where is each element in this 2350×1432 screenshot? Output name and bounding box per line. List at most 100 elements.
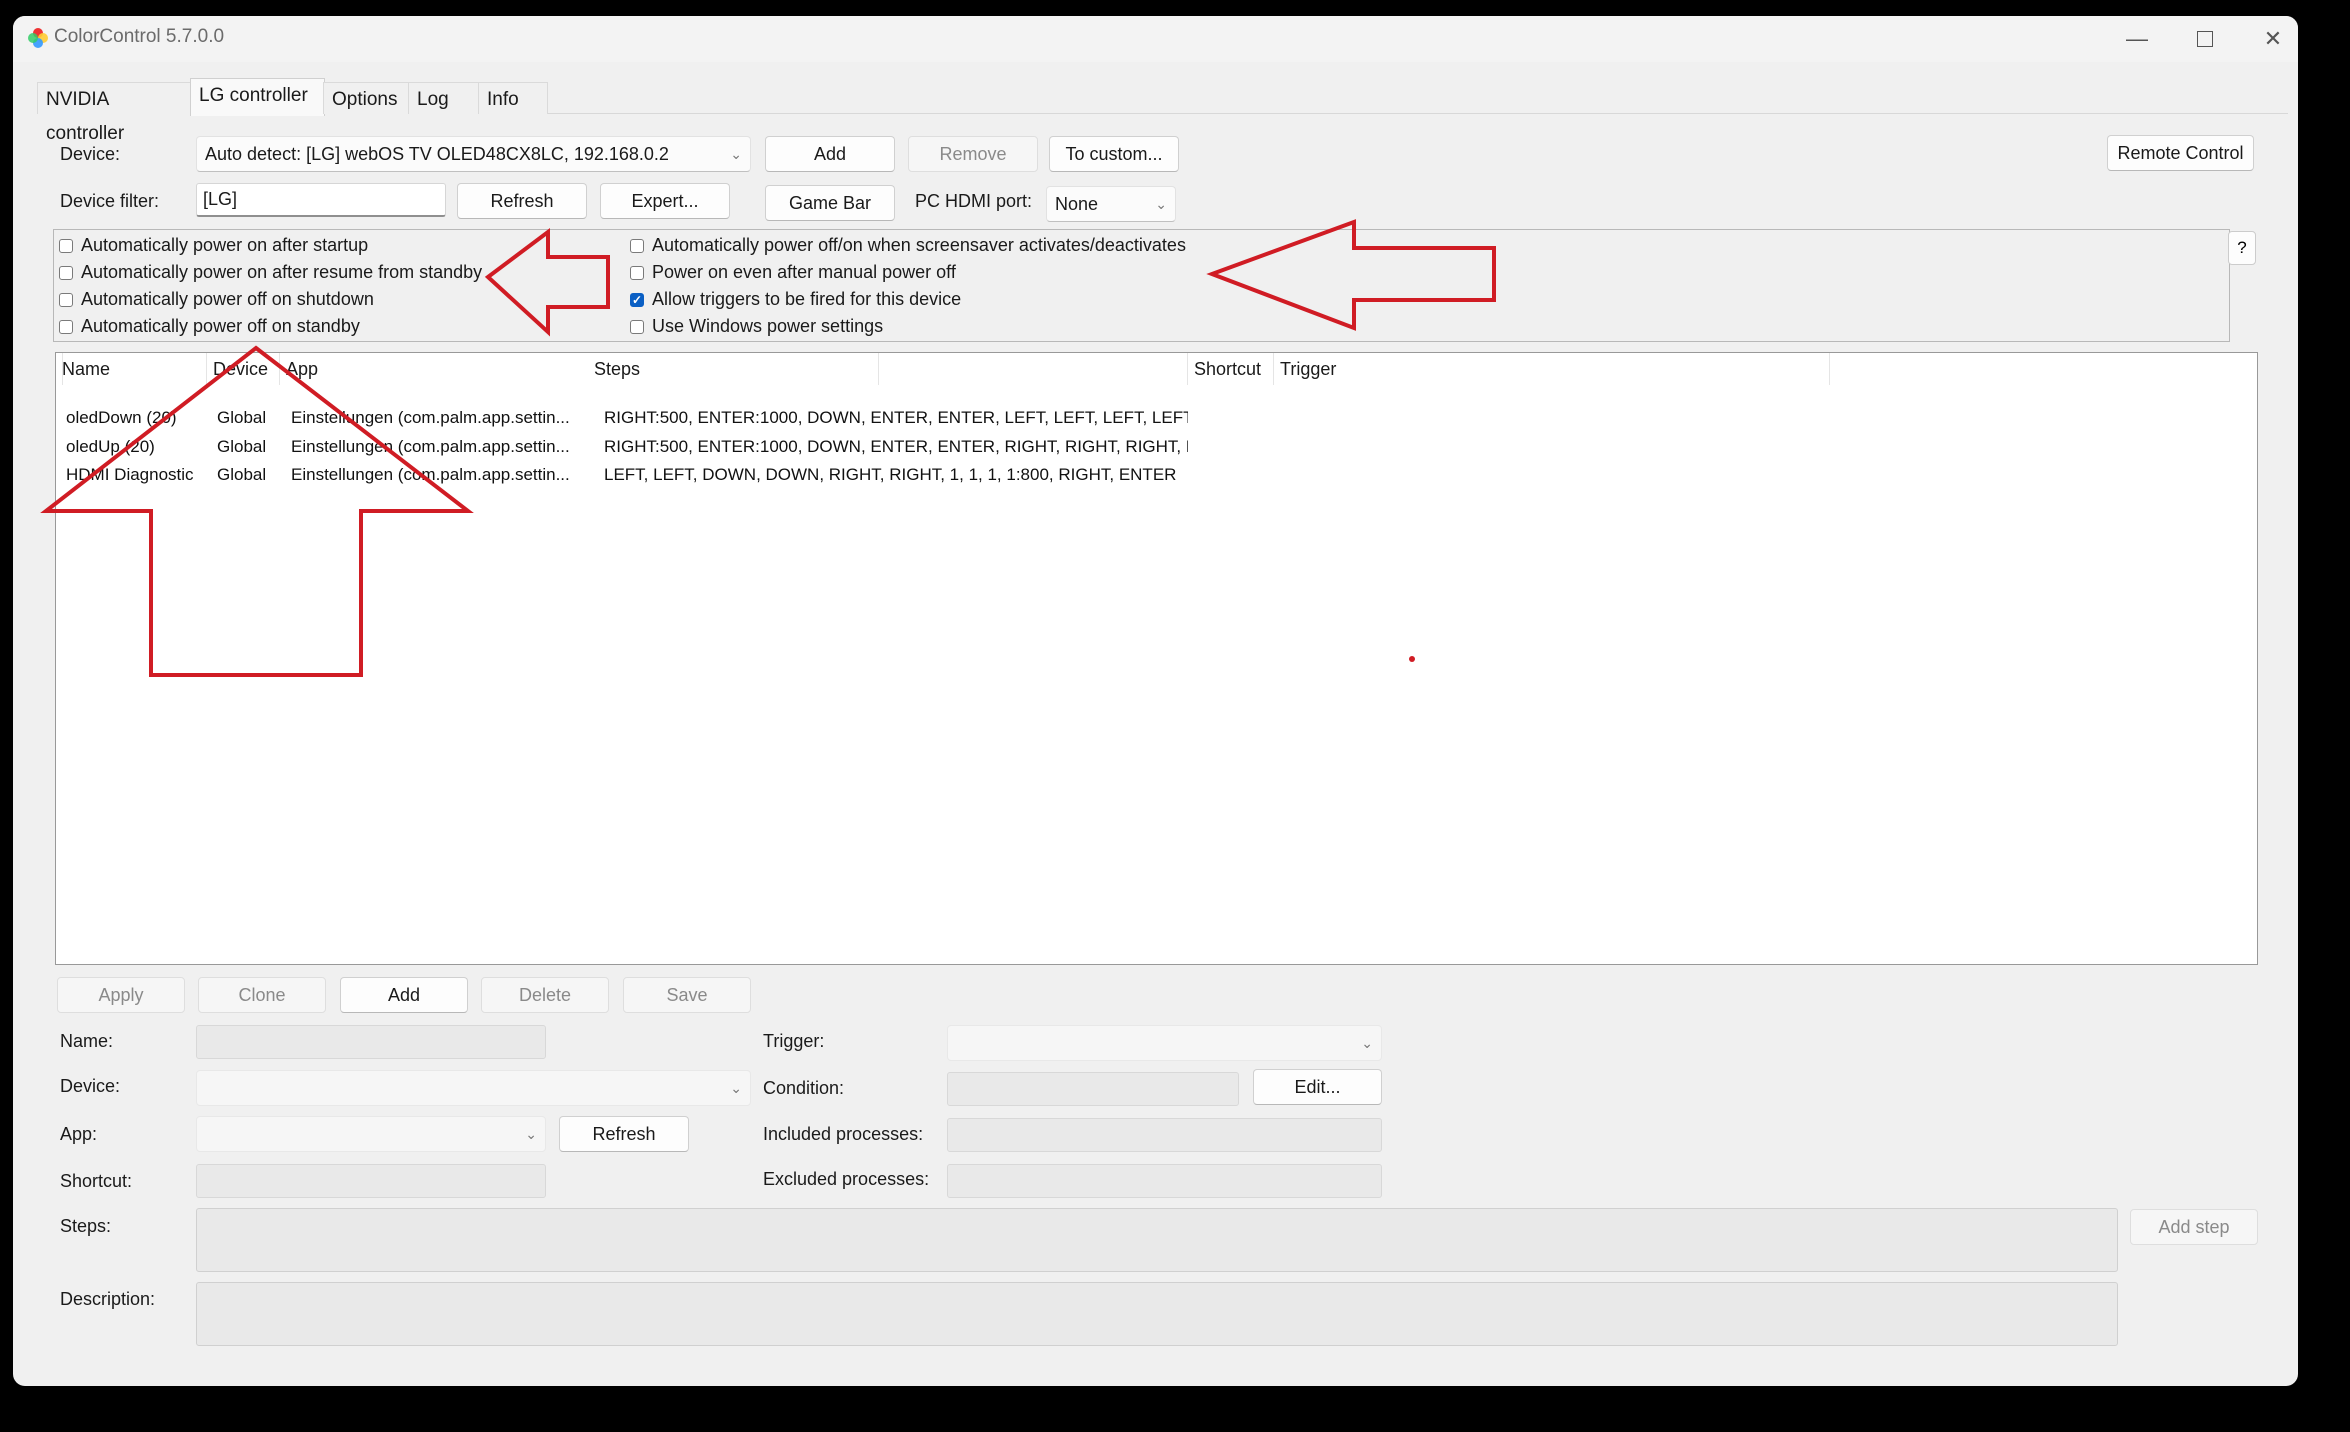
option-screensaver-power[interactable]: Automatically power off/on when screensa… (630, 235, 1186, 256)
option-use-windows-power[interactable]: Use Windows power settings (630, 316, 883, 337)
checkbox[interactable] (59, 292, 73, 307)
checkbox[interactable] (630, 319, 644, 334)
device-filter-input[interactable]: [LG] (196, 183, 446, 217)
maximize-button[interactable] (2171, 16, 2239, 62)
included-processes-label: Included processes: (763, 1124, 924, 1144)
tab-nvidia-controller[interactable]: NVIDIA controller (37, 82, 192, 144)
option-power-on-after-manual-off[interactable]: Power on even after manual power off (630, 262, 956, 283)
clone-button[interactable]: Clone (198, 977, 326, 1013)
cell-name: oledUp (20) (66, 437, 155, 456)
option-label: Automatically power off/on when screensa… (652, 235, 1186, 255)
option-label: Automatically power on after resume from… (81, 262, 483, 282)
to-custom-button[interactable]: To custom... (1049, 136, 1179, 172)
tab-label: NVIDIA controller (46, 89, 125, 144)
option-power-off-standby[interactable]: Automatically power off on standby (59, 316, 360, 337)
delete-button[interactable]: Delete (481, 977, 609, 1013)
checkbox[interactable] (59, 238, 73, 253)
chevron-down-icon: ⌄ (1155, 196, 1167, 212)
cell-name: HDMI Diagnostic (66, 465, 194, 484)
cell-name: oledDown (20) (66, 408, 177, 427)
steps-input[interactable] (196, 1208, 2118, 1272)
refresh-apps-button[interactable]: Refresh (559, 1116, 689, 1152)
spacer (56, 353, 63, 385)
column-header-steps[interactable]: Steps (588, 353, 1188, 385)
column-header-device[interactable]: Device (207, 353, 280, 385)
device-field-select[interactable]: ⌄ (196, 1070, 751, 1106)
checkbox[interactable] (59, 319, 73, 334)
shortcut-input[interactable] (196, 1164, 546, 1198)
tab-info[interactable]: Info (478, 82, 548, 114)
save-button[interactable]: Save (623, 977, 751, 1013)
chevron-down-icon: ⌄ (525, 1126, 537, 1142)
column-header-name[interactable]: Name (56, 353, 207, 385)
shortcut-label: Shortcut: (60, 1171, 133, 1191)
chevron-down-icon: ⌄ (730, 1080, 742, 1096)
app-select[interactable]: ⌄ (196, 1116, 546, 1152)
chevron-down-icon: ⌄ (730, 146, 742, 162)
included-processes-input[interactable] (947, 1118, 1382, 1152)
tab-options[interactable]: Options (323, 82, 410, 114)
title-bar[interactable]: ColorControl 5.7.0.0 — ✕ (13, 16, 2298, 62)
add-device-button[interactable]: Add (765, 136, 895, 172)
colorcontrol-app-icon (28, 28, 48, 48)
description-input[interactable] (196, 1282, 2118, 1346)
name-input[interactable] (196, 1025, 546, 1059)
device-select-value: Auto detect: [LG] webOS TV OLED48CX8LC, … (205, 144, 669, 164)
refresh-devices-button[interactable]: Refresh (457, 183, 587, 219)
remove-device-button[interactable]: Remove (908, 136, 1038, 172)
app-window: ColorControl 5.7.0.0 — ✕ NVIDIA controll… (13, 16, 2298, 1386)
option-power-on-resume[interactable]: Automatically power on after resume from… (59, 262, 482, 283)
add-preset-button[interactable]: Add (340, 977, 468, 1013)
option-label: Use Windows power settings (652, 316, 884, 336)
pc-hdmi-port-select[interactable]: None ⌄ (1046, 186, 1176, 222)
cell-device: Global (217, 408, 267, 427)
steps-label: Steps: (60, 1216, 112, 1236)
cell-steps: RIGHT:500, ENTER:1000, DOWN, ENTER, ENTE… (604, 408, 1188, 427)
minimize-icon: — (2126, 26, 2148, 51)
cell-app: Einstellungen (com.palm.app.settin... (291, 465, 570, 484)
tab-label: Info (487, 89, 519, 110)
tab-log[interactable]: Log (408, 82, 480, 114)
cell-app: Einstellungen (com.palm.app.settin... (291, 408, 570, 427)
checkbox[interactable] (630, 265, 644, 280)
game-bar-button[interactable]: Game Bar (765, 185, 895, 221)
condition-label: Condition: (763, 1078, 845, 1098)
option-power-on-startup[interactable]: Automatically power on after startup (59, 235, 368, 256)
column-header-trigger[interactable]: Trigger (1274, 353, 1830, 385)
condition-input[interactable] (947, 1072, 1239, 1106)
tab-label: Log (417, 89, 449, 110)
cell-app: Einstellungen (com.palm.app.settin... (291, 437, 570, 456)
add-step-button[interactable]: Add step (2130, 1209, 2258, 1245)
cell-device: Global (217, 465, 267, 484)
column-header-shortcut[interactable]: Shortcut (1188, 353, 1274, 385)
presets-list[interactable]: Name Device App Steps Shortcut Trigger o… (55, 352, 2258, 965)
tab-lg-controller[interactable]: LG controller (190, 78, 325, 116)
option-label: Automatically power off on shutdown (81, 289, 374, 309)
window-title: ColorControl 5.7.0.0 (54, 26, 225, 47)
remote-control-button[interactable]: Remote Control (2107, 135, 2254, 171)
apply-button[interactable]: Apply (57, 977, 185, 1013)
excluded-processes-input[interactable] (947, 1164, 1382, 1198)
cell-steps: LEFT, LEFT, DOWN, DOWN, RIGHT, RIGHT, 1,… (604, 465, 1177, 484)
expert-button[interactable]: Expert... (600, 183, 730, 219)
help-button[interactable]: ? (2228, 231, 2256, 265)
close-button[interactable]: ✕ (2239, 16, 2298, 62)
cell-steps: RIGHT:500, ENTER:1000, DOWN, ENTER, ENTE… (604, 437, 1188, 456)
option-label: Power on even after manual power off (652, 262, 956, 282)
maximize-icon (2197, 31, 2213, 47)
cell-device: Global (217, 437, 267, 456)
checkbox[interactable] (630, 238, 644, 253)
name-label: Name: (60, 1031, 114, 1051)
checkbox-checked[interactable]: ✓ (630, 292, 644, 307)
chevron-down-icon: ⌄ (1361, 1035, 1373, 1051)
close-icon: ✕ (2263, 26, 2283, 51)
minimize-button[interactable]: — (2103, 16, 2171, 62)
trigger-select[interactable]: ⌄ (947, 1025, 1382, 1061)
edit-condition-button[interactable]: Edit... (1253, 1069, 1382, 1105)
option-allow-triggers[interactable]: ✓ Allow triggers to be fired for this dev… (630, 289, 961, 310)
option-label: Automatically power on after startup (81, 235, 369, 255)
device-select[interactable]: Auto detect: [LG] webOS TV OLED48CX8LC, … (196, 136, 751, 172)
option-power-off-shutdown[interactable]: Automatically power off on shutdown (59, 289, 374, 310)
device-field-label: Device: (60, 1076, 121, 1096)
checkbox[interactable] (59, 265, 73, 280)
